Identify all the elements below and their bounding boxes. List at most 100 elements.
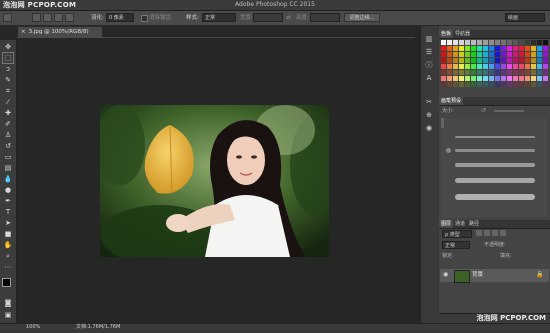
color-swatch[interactable] (471, 52, 476, 57)
color-swatch[interactable] (471, 64, 476, 69)
color-swatch[interactable] (537, 52, 542, 57)
color-swatch[interactable] (519, 40, 524, 45)
zoom-tool-icon[interactable]: ⌕ (3, 251, 13, 261)
color-swatch[interactable] (477, 46, 482, 51)
clone-stamp-tool-icon[interactable]: ♙ (3, 130, 13, 140)
color-swatch[interactable] (441, 58, 446, 63)
color-swatch[interactable] (507, 46, 512, 51)
color-swatch[interactable] (453, 82, 458, 87)
shape-filter-icon[interactable] (500, 230, 506, 236)
color-swatch[interactable] (489, 46, 494, 51)
color-swatch[interactable] (459, 58, 464, 63)
color-swatch[interactable] (525, 82, 530, 87)
color-swatch[interactable] (453, 58, 458, 63)
color-swatch[interactable] (465, 64, 470, 69)
crop-tool-icon[interactable]: ⌗ (3, 86, 13, 96)
color-swatch[interactable] (501, 82, 506, 87)
color-swatch[interactable] (441, 76, 446, 81)
new-selection-icon[interactable] (32, 13, 41, 22)
color-swatch[interactable] (483, 40, 488, 45)
marquee-preset-icon[interactable] (3, 13, 12, 22)
tab-paths[interactable]: 路径 (469, 220, 479, 228)
width-field[interactable] (253, 13, 283, 22)
color-swatch[interactable] (447, 58, 452, 63)
color-swatch[interactable] (447, 64, 452, 69)
color-swatch[interactable] (525, 76, 530, 81)
adjustment-filter-icon[interactable] (484, 230, 490, 236)
color-swatch[interactable] (495, 64, 500, 69)
color-swatch[interactable] (531, 70, 536, 75)
eraser-tool-icon[interactable]: ▭ (3, 152, 13, 162)
color-swatch[interactable] (525, 58, 530, 63)
color-swatch[interactable] (447, 70, 452, 75)
history-panel-icon[interactable]: ▥ (424, 34, 434, 44)
color-swatch[interactable] (453, 40, 458, 45)
color-swatch[interactable] (501, 64, 506, 69)
brush-stroke-5[interactable] (455, 194, 535, 200)
tab-channels[interactable]: 通道 (455, 220, 465, 228)
color-swatch[interactable] (531, 76, 536, 81)
brush-panel-icon[interactable]: ✂ (424, 97, 434, 107)
color-swatch[interactable] (513, 76, 518, 81)
add-selection-icon[interactable] (43, 13, 52, 22)
color-swatch[interactable] (501, 40, 506, 45)
info-panel-icon[interactable]: ⓘ (424, 60, 434, 70)
workspace-select[interactable]: 绘画 (505, 13, 545, 22)
color-swatch[interactable] (441, 64, 446, 69)
color-swatch[interactable] (441, 46, 446, 51)
layer-name[interactable]: 背景 (472, 269, 483, 282)
color-swatch[interactable] (501, 58, 506, 63)
visibility-eye-icon[interactable]: ◉ (443, 272, 448, 278)
color-swatch[interactable] (501, 46, 506, 51)
color-swatch[interactable] (489, 64, 494, 69)
color-swatch[interactable] (477, 40, 482, 45)
color-swatch[interactable] (477, 64, 482, 69)
color-swatch[interactable] (447, 46, 452, 51)
color-swatch[interactable] (441, 70, 446, 75)
color-swatch[interactable] (489, 70, 494, 75)
layer-kind-filter[interactable]: ρ 类型 (442, 230, 472, 238)
color-swatch[interactable] (459, 52, 464, 57)
color-swatch[interactable] (441, 52, 446, 57)
type-tool-icon[interactable]: T (3, 207, 13, 217)
color-swatch[interactable] (513, 64, 518, 69)
color-swatch[interactable] (459, 70, 464, 75)
color-swatch[interactable] (483, 58, 488, 63)
color-swatch[interactable] (501, 76, 506, 81)
brush-stroke-1[interactable] (455, 136, 535, 138)
color-swatch[interactable] (531, 82, 536, 87)
color-swatch[interactable] (543, 40, 548, 45)
eyedropper-tool-icon[interactable]: ⁄ (3, 97, 13, 107)
color-swatch[interactable] (483, 82, 488, 87)
color-swatch[interactable] (507, 70, 512, 75)
color-swatch[interactable] (537, 46, 542, 51)
color-swatch[interactable] (543, 76, 548, 81)
color-swatch[interactable] (441, 82, 446, 87)
color-swatch[interactable] (543, 52, 548, 57)
color-swatch[interactable] (477, 52, 482, 57)
pixel-filter-icon[interactable] (476, 230, 482, 236)
gradient-tool-icon[interactable]: ▤ (3, 163, 13, 173)
brush-stroke-2[interactable] (455, 149, 535, 152)
close-tab-icon[interactable]: × (21, 29, 26, 35)
move-tool-icon[interactable]: ✥ (3, 42, 13, 52)
color-swatch[interactable] (453, 70, 458, 75)
healing-brush-tool-icon[interactable]: ✚ (3, 108, 13, 118)
clone-source-panel-icon[interactable]: ⊕ (424, 110, 434, 120)
color-swatch[interactable] (447, 82, 452, 87)
blur-tool-icon[interactable]: 💧 (3, 174, 13, 184)
color-swatch[interactable] (531, 46, 536, 51)
style-select[interactable]: 正常 (202, 13, 236, 22)
color-swatch[interactable] (531, 52, 536, 57)
color-swatch[interactable] (453, 46, 458, 51)
dodge-tool-icon[interactable]: ● (3, 185, 13, 195)
color-swatch[interactable] (519, 82, 524, 87)
lasso-tool-icon[interactable]: ↄ (3, 64, 13, 74)
reset-size-icon[interactable]: ↺ (481, 108, 489, 114)
color-swatch[interactable] (507, 82, 512, 87)
color-swatch[interactable] (465, 76, 470, 81)
swatch-grid[interactable] (441, 40, 548, 92)
color-swatch[interactable] (537, 64, 542, 69)
color-swatch[interactable] (543, 64, 548, 69)
tab-navigator[interactable]: 导航器 (455, 30, 470, 38)
